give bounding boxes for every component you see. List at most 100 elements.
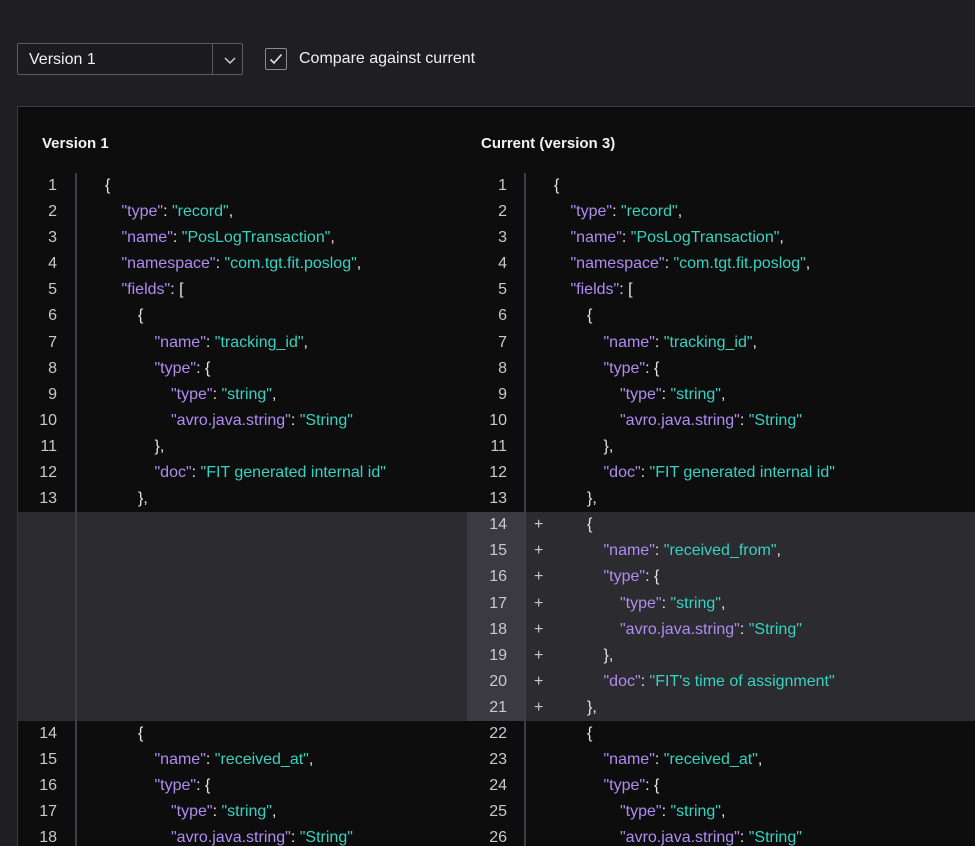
code-line: "fields": [ [121, 281, 184, 299]
code-line: "type": { [154, 359, 211, 377]
right-line-number: 18 [489, 620, 507, 638]
code-line: { [105, 177, 111, 194]
diff-row: 12 "doc": "FIT generated internal id" 12 "d… [18, 460, 975, 486]
right-line-number: 15 [489, 542, 507, 560]
diff-row: 6 {6 { [18, 303, 975, 329]
right-line-number: 19 [489, 646, 507, 664]
code-line: "type": "record", [121, 203, 234, 221]
diff-row: 5 "fields": [ 5 "fields": [ [18, 277, 975, 303]
diff-row-added: 17 + "type": "string", [18, 590, 975, 617]
diff-row: 14 {22 { [18, 721, 975, 747]
diff-row-added: 19 +}, [18, 642, 975, 669]
added-marker: + [534, 646, 544, 664]
right-line-number: 11 [490, 437, 507, 455]
right-line-number: 4 [498, 255, 507, 273]
right-line-number: 5 [498, 281, 507, 299]
added-marker: + [534, 698, 544, 716]
code-line: "name": "received_from", [603, 542, 781, 560]
code-line: "type": { [603, 359, 660, 377]
code-line: "type": "record", [570, 203, 683, 221]
code-line: "type": { [603, 568, 660, 586]
version-select-value: Version 1 [29, 51, 96, 68]
code-line: }, [603, 646, 614, 664]
code-line: "fields": [ [570, 281, 633, 299]
left-line-number: 1 [48, 177, 57, 194]
left-line-number: 12 [39, 464, 57, 482]
code-line: "name": "tracking_id", [154, 333, 308, 351]
diff-row: 4 "namespace": "com.tgt.fit.poslog", 4 "nam… [18, 251, 975, 277]
right-line-number: 12 [489, 464, 507, 482]
right-line-number: 9 [498, 385, 507, 403]
added-marker: + [534, 594, 544, 612]
code-line: "type": "string", [620, 385, 726, 403]
right-line-number: 25 [489, 803, 507, 821]
left-line-number: 11 [40, 437, 57, 455]
compare-checkbox[interactable] [265, 48, 287, 70]
code-line: }, [138, 490, 148, 508]
left-line-number: 9 [48, 385, 57, 403]
code-line: }, [587, 490, 597, 508]
right-line-number: 1 [498, 177, 507, 194]
code-line: "name": "received_at", [154, 751, 314, 769]
left-line-number: 17 [39, 803, 57, 821]
code-line: { [138, 724, 144, 742]
right-line-number: 16 [489, 568, 507, 586]
right-line-number: 21 [489, 698, 507, 716]
added-marker: + [534, 542, 544, 560]
code-line: "namespace": "com.tgt.fit.poslog", [121, 255, 362, 273]
code-line: "type": { [154, 777, 211, 795]
chevron-down-icon[interactable] [223, 53, 237, 67]
diff-row: 17 "type": "string", 25 "type": "string", [18, 799, 975, 825]
code-line: "name": "PosLogTransaction", [570, 229, 784, 247]
left-line-number: 13 [39, 490, 57, 508]
code-line: "name": "tracking_id", [603, 333, 757, 351]
code-line: "type": { [603, 777, 660, 795]
diff-row: 18 "avro.java.string": "String" 26 "avro.ja… [18, 825, 975, 846]
left-line-number: 2 [48, 203, 57, 221]
code-line: "avro.java.string": "String" [620, 829, 802, 846]
code-line: }, [587, 698, 597, 716]
left-line-number: 3 [48, 229, 57, 247]
code-line: "type": "string", [620, 803, 726, 821]
left-pane-title: Version 1 [42, 135, 109, 152]
diff-row: 2 "type": "record", 2 "type": "record", [18, 199, 975, 225]
diff-row: 7 "name": "tracking_id", 7 "name": "trackin… [18, 330, 975, 356]
compare-checkbox-label[interactable]: Compare against current [299, 48, 475, 70]
diff-row-added: 14 + { [18, 512, 975, 539]
diff-row: 11}, 11}, [18, 434, 975, 460]
diff-panel: Version 1 Current (version 3) 1 {1 {2 "type… [17, 106, 975, 846]
code-line: { [587, 307, 593, 325]
code-line: { [554, 177, 560, 194]
left-line-number: 5 [48, 281, 57, 299]
left-line-number: 6 [48, 307, 57, 325]
code-line: "type": "string", [620, 594, 726, 612]
code-line: "namespace": "com.tgt.fit.poslog", [570, 255, 811, 273]
diff-row: 3 "name": "PosLogTransaction", 3 "name": "P… [18, 225, 975, 251]
diff-row: 16 "type": {24 "type": { [18, 773, 975, 799]
diff-row-added: 21 +}, [18, 694, 975, 721]
code-line: "avro.java.string": "String" [171, 411, 353, 429]
diff-rows: 1 {1 {2 "type": "record", 2 "type": "record",… [18, 173, 975, 846]
checkmark-icon [269, 53, 283, 65]
select-divider [212, 44, 213, 74]
diff-row: 13}, 13}, [18, 486, 975, 512]
right-gutter-line [524, 173, 526, 846]
left-line-number: 16 [39, 777, 57, 795]
version-select[interactable]: Version 1 [17, 43, 243, 75]
code-line: { [587, 724, 593, 742]
toolbar: Version 1 Compare against current [0, 0, 975, 106]
right-line-number: 14 [489, 516, 507, 534]
code-line: "type": "string", [171, 385, 277, 403]
right-line-number: 23 [489, 751, 507, 769]
left-line-number: 7 [48, 333, 57, 351]
diff-row-added: 20 + "doc": "FIT's time of assignment" [18, 668, 975, 695]
right-pane-title: Current (version 3) [481, 135, 616, 152]
left-line-number: 10 [39, 411, 57, 429]
right-line-number: 2 [498, 203, 507, 221]
code-line: "type": "string", [171, 803, 277, 821]
code-line: "name": "PosLogTransaction", [121, 229, 335, 247]
left-line-number: 15 [39, 751, 57, 769]
left-line-number: 14 [39, 724, 57, 742]
code-line: "avro.java.string": "String" [620, 620, 802, 638]
code-line: "name": "received_at", [603, 751, 763, 769]
